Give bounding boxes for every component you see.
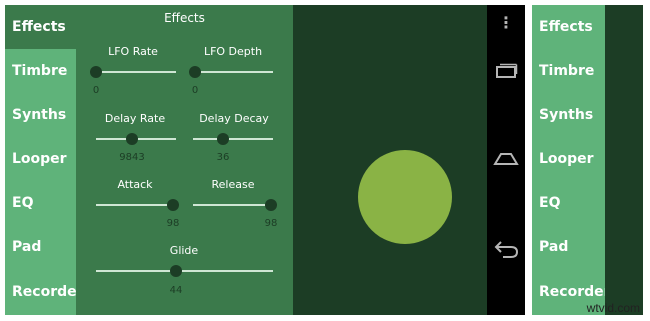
release-value: 98 [264, 218, 278, 229]
tab-label: Effects [12, 19, 66, 35]
tab-label: Effects [539, 19, 593, 35]
delay-decay-label: Delay Decay [199, 112, 269, 125]
tab-eq[interactable]: EQ [5, 181, 76, 225]
tab-label: Timbre [12, 63, 68, 79]
slider-track [96, 270, 273, 272]
tab-label: Pad [539, 239, 569, 255]
slider-knob[interactable] [217, 133, 229, 145]
tab-label: Recorder [539, 284, 611, 300]
tab-label: Synths [12, 107, 67, 123]
delay-decay-value: 36 [216, 152, 230, 163]
tab-effects-secondary[interactable]: Effects [532, 5, 605, 49]
navigation-bar: ⋮ [487, 5, 525, 315]
tab-label: Synths [539, 107, 594, 123]
tab-timbre-secondary[interactable]: Timbre [532, 49, 605, 93]
tab-looper-secondary[interactable]: Looper [532, 137, 605, 181]
recent-apps-icon[interactable] [487, 63, 525, 83]
pad-touch-circle[interactable] [358, 150, 452, 244]
panel-title: Effects [164, 11, 205, 25]
lfo-depth-label: LFO Depth [203, 45, 263, 58]
effects-panel: Effects LFO Rate 0 LFO Depth 0 Delay Rat… [76, 5, 293, 315]
slider-track [193, 138, 273, 140]
tab-label: Timbre [539, 63, 595, 79]
slider-knob[interactable] [167, 199, 179, 211]
xy-pad[interactable] [293, 5, 487, 315]
tab-timbre[interactable]: Timbre [5, 49, 76, 93]
slider-knob[interactable] [189, 66, 201, 78]
slider-track [193, 71, 273, 73]
slider-knob[interactable] [170, 265, 182, 277]
slider-track [96, 71, 176, 73]
tab-recorder[interactable]: Recorder [5, 269, 84, 315]
tab-eq-secondary[interactable]: EQ [532, 181, 605, 225]
tab-pad[interactable]: Pad [5, 225, 76, 269]
secondary-tab-bar: Effects Timbre Synths Looper EQ Pad Reco… [532, 5, 611, 315]
tab-effects[interactable]: Effects [5, 5, 76, 49]
lfo-rate-label: LFO Rate [108, 45, 158, 58]
slider-knob[interactable] [265, 199, 277, 211]
back-icon[interactable] [487, 239, 525, 263]
tab-label: Looper [539, 151, 594, 167]
tab-pad-secondary[interactable]: Pad [532, 225, 605, 269]
tab-label: Recorder [12, 284, 84, 300]
tab-looper[interactable]: Looper [5, 137, 76, 181]
menu-dots-icon[interactable]: ⋮ [487, 13, 525, 32]
lfo-depth-value: 0 [191, 85, 199, 96]
tab-label: EQ [539, 195, 561, 211]
tab-label: Looper [12, 151, 67, 167]
tab-label: Pad [12, 239, 42, 255]
slider-track [193, 204, 273, 206]
tab-label: EQ [12, 195, 34, 211]
lfo-rate-value: 0 [92, 85, 100, 96]
slider-knob[interactable] [126, 133, 138, 145]
attack-value: 98 [166, 218, 180, 229]
home-icon[interactable] [487, 150, 525, 170]
tab-synths[interactable]: Synths [5, 93, 76, 137]
slider-knob[interactable] [90, 66, 102, 78]
tab-synths-secondary[interactable]: Synths [532, 93, 605, 137]
glide-label: Glide [169, 244, 199, 257]
tab-bar: Effects Timbre Synths Looper EQ Pad Reco… [5, 5, 84, 315]
slider-track [96, 204, 176, 206]
glide-value: 44 [169, 285, 183, 296]
delay-rate-value: 9843 [119, 152, 145, 163]
attack-label: Attack [117, 178, 153, 191]
delay-rate-label: Delay Rate [104, 112, 166, 125]
watermark: wtvid.com [586, 301, 640, 315]
release-label: Release [211, 178, 255, 191]
right-pad-area[interactable] [605, 5, 643, 315]
